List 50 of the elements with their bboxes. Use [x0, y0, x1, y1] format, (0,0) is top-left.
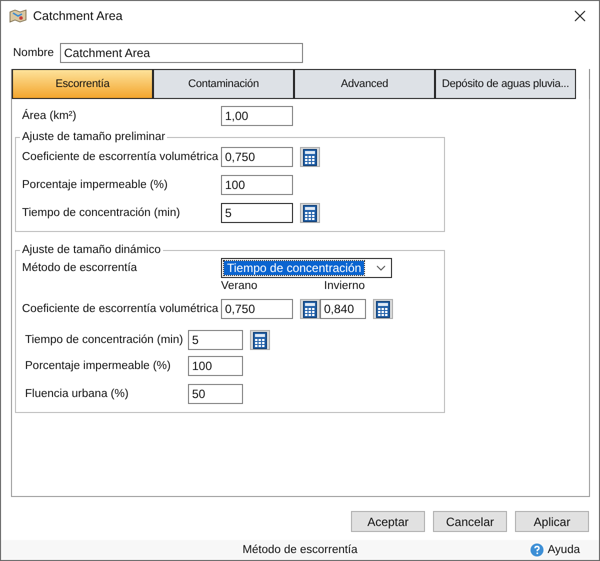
name-field[interactable]: Catchment Area — [60, 42, 303, 62]
dialog-button[interactable]: Cancelar — [433, 511, 507, 532]
calculator-icon — [303, 300, 317, 318]
field-label: Fluencia urbana (%) — [25, 388, 130, 400]
help-icon — [530, 543, 544, 557]
field-label: Coeficiente de escorrentía volumétrica — [22, 303, 220, 315]
value-field[interactable]: 0,750 — [221, 147, 293, 167]
calculator-icon — [303, 204, 317, 222]
status-text: Método de escorrentía — [242, 544, 358, 556]
tab[interactable]: Escorrentía — [12, 69, 153, 99]
tab[interactable]: Contaminación — [153, 69, 294, 99]
window-title: Catchment Area — [33, 9, 124, 23]
dialog-button[interactable]: Aplicar — [515, 511, 589, 532]
map-icon — [9, 9, 27, 23]
tab[interactable]: Advanced — [294, 69, 435, 99]
area-field[interactable]: 1,00 — [221, 106, 293, 126]
value-field[interactable]: 100 — [221, 175, 293, 195]
calculator-button[interactable] — [300, 203, 320, 223]
value-field[interactable]: 5 — [188, 330, 243, 350]
help-link[interactable]: Ayuda — [530, 543, 580, 557]
calculator-icon — [253, 332, 267, 348]
calculator-button[interactable] — [250, 330, 270, 350]
field-label: Tiempo de concentración (min) — [25, 334, 184, 346]
column-header: Verano — [221, 280, 258, 294]
field-label: Porcentaje impermeable (%) — [25, 360, 172, 372]
dialog-button[interactable]: Aceptar — [351, 511, 425, 532]
method-dropdown[interactable]: Tiempo de concentración — [221, 258, 392, 278]
column-header: Invierno — [324, 280, 365, 294]
tab[interactable]: Depósito de aguas pluvia... — [435, 69, 576, 99]
calculator-button[interactable] — [373, 299, 393, 319]
field-label: Porcentaje impermeable (%) — [22, 179, 169, 191]
calculator-icon — [303, 148, 317, 166]
calculator-button[interactable] — [300, 299, 320, 319]
value-field[interactable]: 50 — [188, 384, 243, 404]
field-label: Tiempo de concentración (min) — [22, 207, 182, 219]
field-label: Método de escorrentía — [22, 262, 138, 274]
value-field[interactable]: 0,840 — [320, 299, 366, 319]
selected-option: Tiempo de concentración — [224, 261, 364, 275]
value-field[interactable]: 5 — [221, 203, 293, 223]
calculator-icon — [376, 300, 390, 318]
calculator-button[interactable] — [300, 147, 320, 167]
field-label: Coeficiente de escorrentía volumétrica — [22, 151, 220, 163]
group-title: Ajuste de tamaño preliminar — [21, 131, 166, 143]
name-label: Nombre — [13, 46, 55, 58]
chevron-down-icon — [376, 265, 386, 271]
area-label: Área (km²) — [22, 110, 78, 122]
value-field[interactable]: 0,750 — [221, 299, 293, 319]
value-field[interactable]: 100 — [188, 356, 243, 376]
group-title: Ajuste de tamaño dinámico — [21, 244, 162, 256]
close-icon[interactable] — [574, 10, 586, 22]
